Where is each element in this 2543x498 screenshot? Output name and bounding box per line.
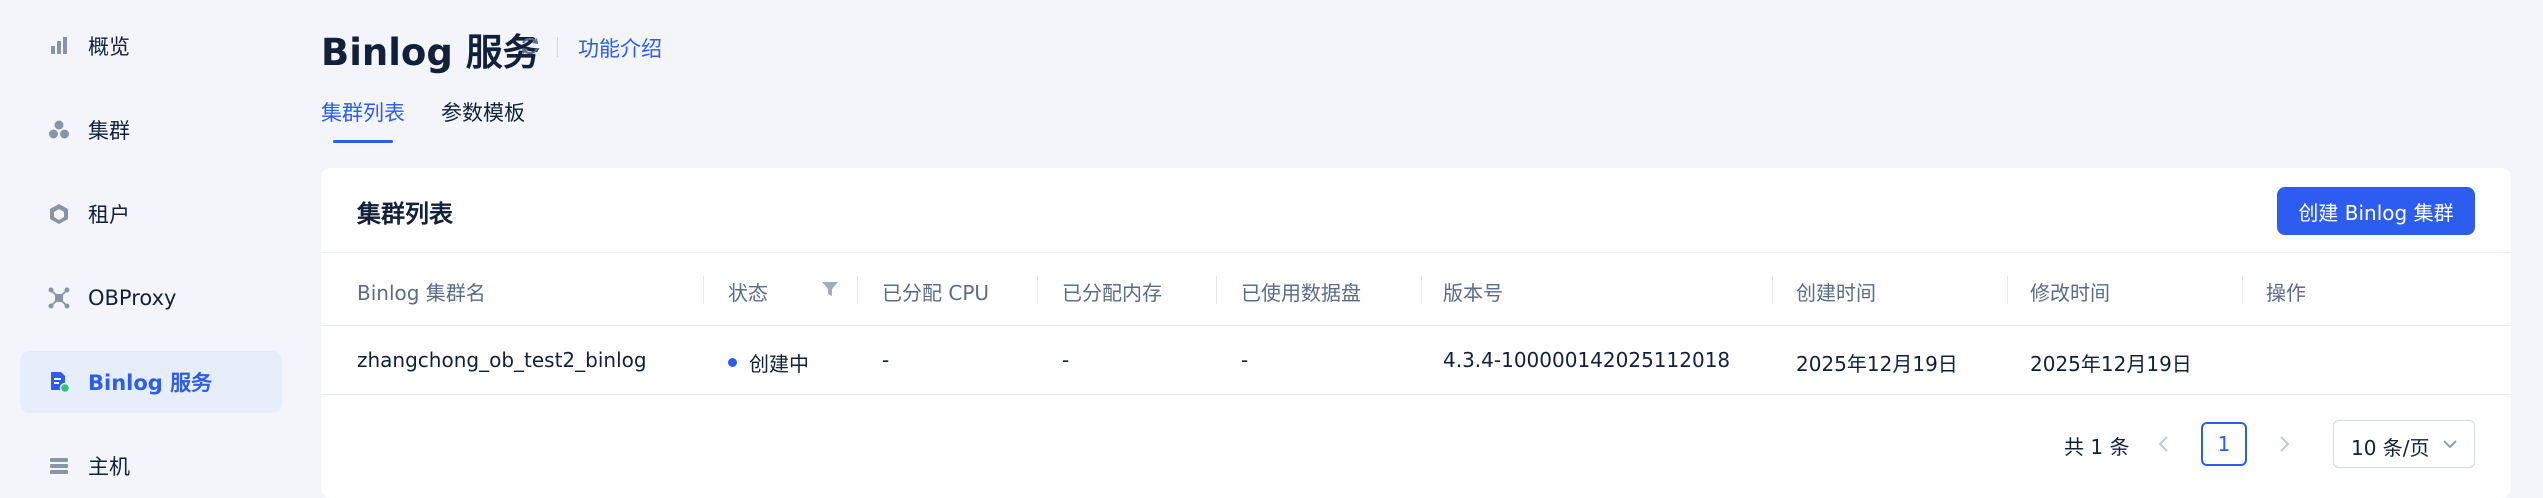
sidebar: 概览 集群 租户 OBProxy Binlog 服务 主机 [0, 0, 300, 493]
column-divider [703, 276, 704, 304]
binlog-file-icon [51, 372, 70, 393]
column-header-modified[interactable]: 修改时间 [2030, 277, 2110, 306]
sidebar-item-overview[interactable]: 概览 [20, 15, 282, 77]
chart-bar-icon [51, 37, 67, 54]
column-header-name[interactable]: Binlog 集群名 [357, 277, 486, 306]
sidebar-item-obproxy[interactable]: OBProxy [20, 267, 282, 329]
host-server-icon [50, 458, 68, 474]
sidebar-item-label: 集群 [88, 119, 130, 143]
cluster-list-card: 集群列表 创建 Binlog 集群 Binlog 集群名 状态 已分配 CPU … [321, 168, 2511, 498]
column-divider [1421, 276, 1422, 304]
status-dot [728, 358, 737, 367]
feature-intro-link[interactable]: 功能介绍 [578, 33, 662, 63]
cell-status: 创建中 [749, 352, 809, 376]
refresh-icon[interactable] [519, 35, 541, 57]
pagination-page-1[interactable]: 1 [2201, 422, 2247, 466]
sidebar-item-host[interactable]: 主机 [20, 435, 282, 497]
chevron-left-icon[interactable] [2154, 434, 2174, 454]
column-divider [2007, 276, 2008, 304]
divider [321, 325, 2511, 326]
tenant-cube-icon [50, 204, 68, 224]
sidebar-item-cluster[interactable]: 集群 [20, 99, 282, 161]
card-title: 集群列表 [357, 200, 453, 228]
sidebar-item-label: 概览 [88, 35, 130, 59]
cell-modified: 2025年12月19日 [2030, 352, 2192, 376]
tab-param-template[interactable]: 参数模板 [441, 97, 525, 127]
cell-memory: - [1062, 348, 1070, 372]
cluster-icon [49, 120, 69, 139]
column-header-cpu[interactable]: 已分配 CPU [882, 277, 989, 306]
filter-icon[interactable] [821, 280, 839, 298]
pagination-total: 共 1 条 [2064, 435, 2130, 459]
column-header-created[interactable]: 创建时间 [1796, 277, 1876, 306]
sidebar-item-label: 主机 [88, 455, 130, 479]
cell-disk: - [1241, 348, 1249, 372]
tab-cluster-list[interactable]: 集群列表 [321, 97, 405, 127]
cell-cluster-name: zhangchong_ob_test2_binlog [357, 348, 647, 372]
chevron-down-icon [2443, 440, 2457, 449]
cell-version: 4.3.4-100000142025112018 [1443, 348, 1731, 372]
column-header-status[interactable]: 状态 [728, 277, 768, 306]
column-divider [1216, 276, 1217, 304]
column-divider [1772, 276, 1773, 304]
column-divider [857, 276, 858, 304]
tab-active-indicator [333, 140, 393, 143]
column-header-actions: 操作 [2266, 281, 2306, 305]
create-binlog-cluster-button[interactable]: 创建 Binlog 集群 [2277, 187, 2475, 235]
page-size-select[interactable]: 10 条/页 [2333, 420, 2475, 468]
sidebar-item-tenant[interactable]: 租户 [20, 183, 282, 245]
cell-created: 2025年12月19日 [1796, 352, 1958, 376]
divider [321, 252, 2511, 253]
chevron-right-icon[interactable] [2274, 434, 2294, 454]
sidebar-item-binlog[interactable]: Binlog 服务 [20, 351, 282, 413]
column-divider [2242, 276, 2243, 304]
page-title: Binlog 服务 [321, 31, 540, 74]
sidebar-item-label: Binlog 服务 [88, 371, 213, 395]
divider [321, 394, 2511, 395]
column-divider [1037, 276, 1038, 304]
title-divider [557, 37, 558, 57]
column-header-disk[interactable]: 已使用数据盘 [1241, 277, 1361, 306]
column-header-memory[interactable]: 已分配内存 [1062, 277, 1162, 306]
page-size-value: 10 条/页 [2351, 436, 2430, 460]
column-header-version[interactable]: 版本号 [1443, 277, 1503, 306]
cell-cpu: - [882, 348, 890, 372]
sidebar-item-label: 租户 [88, 203, 130, 227]
sidebar-item-label: OBProxy [88, 286, 177, 310]
proxy-network-icon [48, 287, 70, 309]
